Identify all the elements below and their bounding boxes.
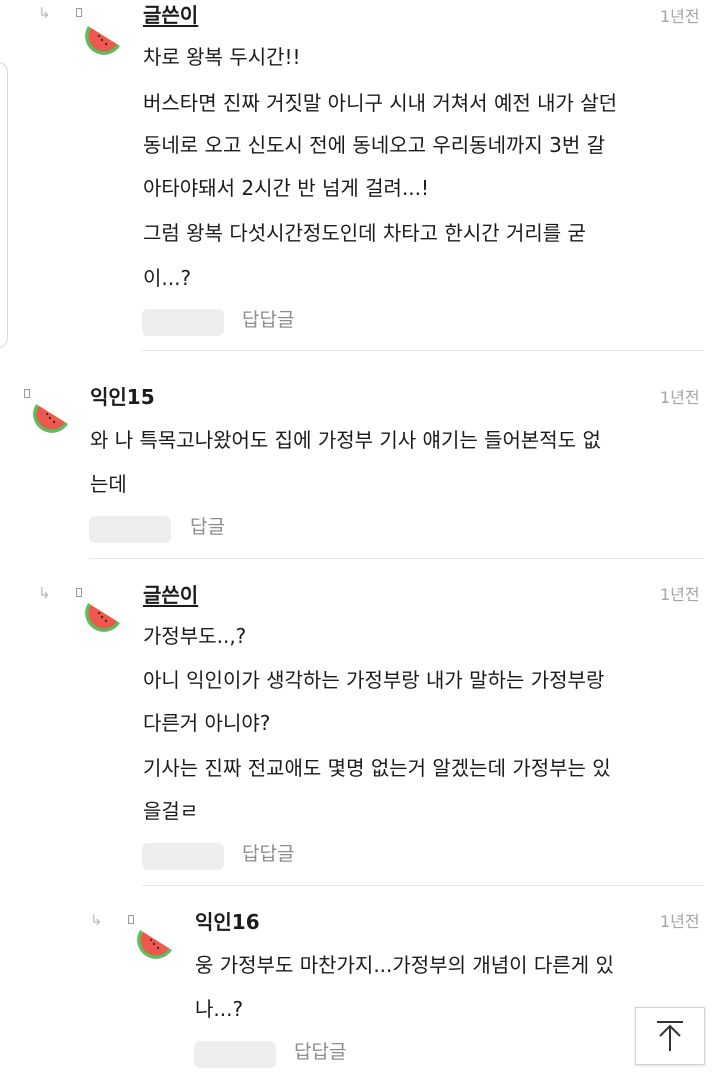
watermelon-avatar-icon[interactable]: [84, 597, 124, 637]
comment-text-line: 아타야돼서 2시간 반 넘게 걸려...!: [143, 176, 430, 200]
comment-time: 1년전: [660, 7, 700, 26]
comment-text-line: 아니 익인이가 생각하는 가정부랑 내가 말하는 가정부랑: [143, 668, 605, 692]
reply-button[interactable]: 답답글: [242, 308, 294, 332]
comment-text-line: 그럼 왕복 다섯시간정도인데 차타고 한시간 거리를 굳: [143, 221, 586, 245]
divider: [142, 350, 704, 351]
reply-arrow-icon: ↳: [38, 584, 51, 602]
reply-button[interactable]: 답글: [190, 515, 225, 539]
reply-button[interactable]: 답답글: [242, 842, 294, 866]
comment-text-line: 기사는 진짜 전교애도 몇명 없는거 알겠는데 가정부는 있: [143, 756, 611, 780]
watermelon-avatar-icon[interactable]: [32, 398, 72, 438]
scroll-to-top-button[interactable]: [635, 1007, 705, 1065]
comment-text-line: 가정부도..,?: [143, 624, 247, 648]
reply-arrow-icon: ↳: [90, 911, 103, 929]
badge-mark-icon: [128, 915, 134, 924]
comment-text-line: 웅 가정부도 마찬가지...가정부의 개념이 다른게 있: [195, 953, 614, 977]
watermelon-avatar-icon[interactable]: [84, 20, 124, 60]
comment-text-line: 동네로 오고 신도시 전에 동네오고 우리동네까지 3번 갈: [143, 133, 606, 157]
reaction-placeholder[interactable]: [142, 309, 224, 336]
comment-time: 1년전: [660, 388, 700, 407]
comment-time: 1년전: [660, 585, 700, 604]
reply-arrow-icon: ↳: [38, 4, 51, 22]
side-panel-edge: [0, 62, 8, 348]
reaction-placeholder[interactable]: [194, 1041, 276, 1068]
comment-text-line: 다른거 아니야?: [143, 711, 271, 735]
divider: [89, 558, 704, 559]
watermelon-avatar-icon[interactable]: [136, 924, 176, 964]
reaction-placeholder[interactable]: [142, 843, 224, 870]
comment-text-line: 버스타면 진짜 거짓말 아니구 시내 거쳐서 예전 내가 살던: [143, 91, 618, 115]
arrow-up-to-top-icon: [657, 1021, 683, 1051]
badge-mark-icon: [24, 389, 30, 398]
comment-time: 1년전: [660, 912, 700, 931]
reaction-placeholder[interactable]: [89, 516, 171, 543]
comment-text-line: 이...?: [143, 266, 192, 290]
comment-author[interactable]: 글쓴이: [143, 3, 198, 27]
comment-author[interactable]: 익인15: [90, 385, 155, 409]
badge-mark-icon: [76, 588, 82, 597]
reply-button[interactable]: 답답글: [294, 1040, 346, 1064]
badge-mark-icon: [76, 8, 82, 17]
divider: [142, 885, 704, 886]
comment-text-line: 와 나 특목고나왔어도 집에 가정부 기사 얘기는 들어본적도 없: [90, 428, 601, 452]
comment-author[interactable]: 익인16: [195, 910, 260, 934]
comment-text-line: 는데: [90, 472, 127, 496]
comment-text-line: 차로 왕복 두시간!!: [143, 45, 301, 69]
comment-text-line: 을걸ㄹ: [143, 799, 199, 823]
comment-text-line: 나...?: [195, 997, 244, 1021]
comment-author[interactable]: 글쓴이: [143, 583, 198, 607]
